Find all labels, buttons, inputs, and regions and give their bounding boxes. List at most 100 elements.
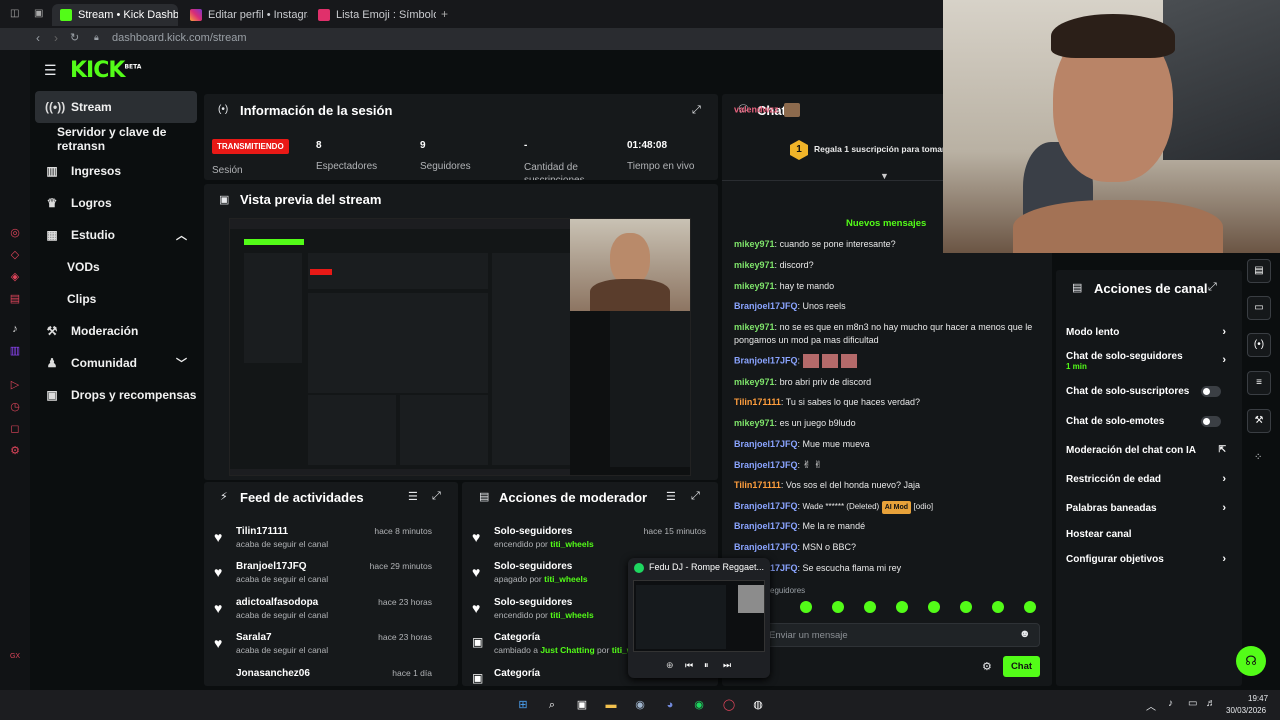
tray-chevron-icon[interactable]: ︿ — [1146, 698, 1156, 713]
emote-icon[interactable] — [800, 601, 812, 613]
nav-item-moderacion[interactable]: ⚒ Moderación — [35, 315, 197, 347]
search-icon[interactable]: ⌕ — [543, 696, 561, 714]
chat-user[interactable]: Tilin171111 — [734, 480, 781, 490]
chat-user[interactable]: valendwzz — [734, 104, 779, 114]
expand-icon[interactable]: ⤢ — [432, 490, 441, 503]
history-icon[interactable]: ◷ — [8, 400, 22, 414]
nav-item-comunidad[interactable]: ♟ Comunidad ﹀ — [35, 347, 197, 379]
filter-icon[interactable]: ☰ — [408, 490, 418, 503]
opera-gx-icon[interactable]: ◯ — [720, 696, 738, 714]
moderator-name[interactable]: titi_wheels — [544, 574, 587, 584]
task-view-icon[interactable]: ▣ — [573, 696, 591, 714]
moderator-name[interactable]: titi_wheels — [550, 610, 593, 620]
nav-item-ingresos[interactable]: ▥ Ingresos — [35, 155, 197, 187]
chat-user[interactable]: mikey971 — [734, 377, 775, 387]
spotify-taskbar-icon[interactable]: ◉ — [690, 696, 708, 714]
action-emotes-only[interactable]: Chat de solo-emotes — [1066, 416, 1226, 427]
emote-icon[interactable] — [896, 601, 908, 613]
gx-icon[interactable]: GX — [8, 650, 22, 664]
feed-user[interactable]: Tilin171111 — [236, 526, 288, 537]
url-text[interactable]: dashboard.kick.com/stream — [112, 32, 247, 44]
action-followers-only[interactable]: Chat de solo-seguidores 1 min › — [1066, 351, 1226, 371]
layers-icon[interactable]: ≡ — [1247, 371, 1271, 395]
volume-icon[interactable]: ♬ — [1206, 698, 1216, 709]
expand-icon[interactable]: ⤢ — [1208, 281, 1217, 294]
discord-icon[interactable]: ◕ — [661, 696, 679, 714]
chat-user[interactable]: Tilin171111 — [734, 397, 781, 407]
new-tab-icon[interactable]: + — [441, 7, 448, 21]
nav-item-clips[interactable]: Clips — [35, 283, 197, 315]
chat-user[interactable]: Branjoel17JFQ — [734, 460, 798, 470]
settings-icon[interactable]: ⚙ — [8, 444, 22, 458]
nav-item-logros[interactable]: ♛ Logros — [35, 187, 197, 219]
action-goals[interactable]: Configurar objetivos › — [1066, 553, 1226, 565]
notes-icon[interactable]: ▤ — [1247, 259, 1271, 283]
action-age-restriction[interactable]: Restricción de edad › — [1066, 473, 1226, 485]
tab-instagram[interactable]: Editar perfil • Instagram — [182, 4, 308, 26]
moderator-name[interactable]: titi_wheels — [550, 539, 593, 549]
action-subs-only[interactable]: Chat de solo-suscriptores — [1066, 386, 1226, 397]
microphone-icon[interactable]: ♪ — [1168, 698, 1173, 709]
feed-user[interactable]: Branjoel17JFQ — [236, 561, 307, 572]
emoji-picker-icon[interactable]: ☻ — [1019, 628, 1031, 640]
emote-icon[interactable] — [1024, 601, 1036, 613]
chat-user[interactable]: mikey971 — [734, 281, 775, 291]
network-icon[interactable]: ▭ — [1188, 698, 1197, 709]
aria-icon[interactable]: ◎ — [8, 226, 22, 240]
clock-time[interactable]: 19:47 — [1248, 694, 1268, 703]
chat-input[interactable]: Enviar un mensaje ☻ — [760, 623, 1040, 647]
action-host-channel[interactable]: Hostear canal — [1066, 529, 1226, 540]
emote-icon[interactable] — [832, 601, 844, 613]
windows-start-icon[interactable]: ⊞ — [514, 696, 532, 714]
emote-icon[interactable] — [960, 601, 972, 613]
back-icon[interactable]: ‹ — [36, 31, 40, 45]
expand-icon[interactable]: ⤢ — [691, 490, 700, 503]
feed-user[interactable]: Sarala7 — [236, 632, 272, 643]
emote-icon[interactable] — [864, 601, 876, 613]
stream-preview-video[interactable] — [229, 218, 691, 476]
chat-send-button[interactable]: Chat — [1003, 656, 1040, 677]
twitch-icon[interactable]: ▥ — [8, 344, 22, 358]
category-name[interactable]: Just Chatting — [540, 645, 594, 655]
chat-user[interactable]: mikey971 — [734, 322, 775, 332]
filter-icon[interactable]: ☰ — [666, 490, 676, 503]
bookmarks-icon[interactable]: ◻ — [8, 422, 22, 436]
player-icon[interactable]: ▷ — [8, 378, 22, 392]
chat-user[interactable]: Branjoel17JFQ — [734, 301, 798, 311]
action-banned-words[interactable]: Palabras baneadas › — [1066, 502, 1226, 514]
support-button[interactable]: ☊ — [1236, 646, 1266, 676]
forward-icon[interactable]: › — [54, 31, 58, 45]
tab-emoji[interactable]: Lista Emoji : Símbolos em — [310, 4, 436, 26]
apps-icon[interactable]: ⁘ — [1254, 452, 1262, 463]
chat-user[interactable]: mikey971 — [734, 418, 775, 428]
wrench-icon[interactable]: ⚒ — [1247, 409, 1271, 433]
whatsapp-icon[interactable]: ▤ — [8, 292, 22, 306]
chatgpt-icon[interactable]: ◇ — [8, 248, 22, 262]
chat-user[interactable]: Branjoel17JFQ — [734, 542, 798, 552]
clock-date[interactable]: 30/03/2026 — [1226, 706, 1266, 715]
expand-icon[interactable]: ⤢ — [692, 104, 701, 117]
spotify-repeat-icon[interactable]: ⊕ — [666, 660, 674, 671]
tab-kick-dashboard[interactable]: Stream • Kick Dashboard — [52, 4, 178, 26]
chat-user[interactable]: Branjoel17JFQ — [734, 439, 798, 449]
nav-item-server-key[interactable]: Servidor y clave de retransn — [35, 123, 207, 155]
tiktok-icon[interactable]: ♪ — [8, 322, 22, 336]
obs-icon[interactable]: ◍ — [749, 696, 767, 714]
broadcast-icon[interactable]: (•) — [1247, 333, 1271, 357]
action-slow-mode[interactable]: Modo lento › — [1066, 326, 1226, 338]
instagram-icon[interactable]: ◈ — [8, 270, 22, 284]
emote-icon[interactable] — [992, 601, 1004, 613]
opera-menu-icon[interactable]: ◫ — [10, 8, 19, 19]
chat-icon[interactable]: ▭ — [1247, 296, 1271, 320]
tab-overview-icon[interactable]: ▣ — [34, 8, 43, 19]
nav-item-stream[interactable]: ((•)) Stream — [35, 91, 197, 123]
chat-user[interactable]: Branjoel17JFQ — [734, 521, 798, 531]
emotes-only-toggle[interactable] — [1201, 416, 1221, 427]
kick-logo[interactable]: KICKBETA — [70, 58, 141, 83]
spotify-next-icon[interactable]: ⏭︎ — [723, 660, 731, 671]
chat-user[interactable]: mikey971 — [734, 260, 775, 270]
chat-user[interactable]: Branjoel17JFQ — [734, 501, 798, 511]
chat-settings-icon[interactable]: ⚙ — [982, 660, 992, 673]
feed-user[interactable]: adictoalfasodopa — [236, 597, 318, 608]
action-ai-moderation[interactable]: Moderación del chat con IA ⇱ — [1066, 444, 1226, 456]
